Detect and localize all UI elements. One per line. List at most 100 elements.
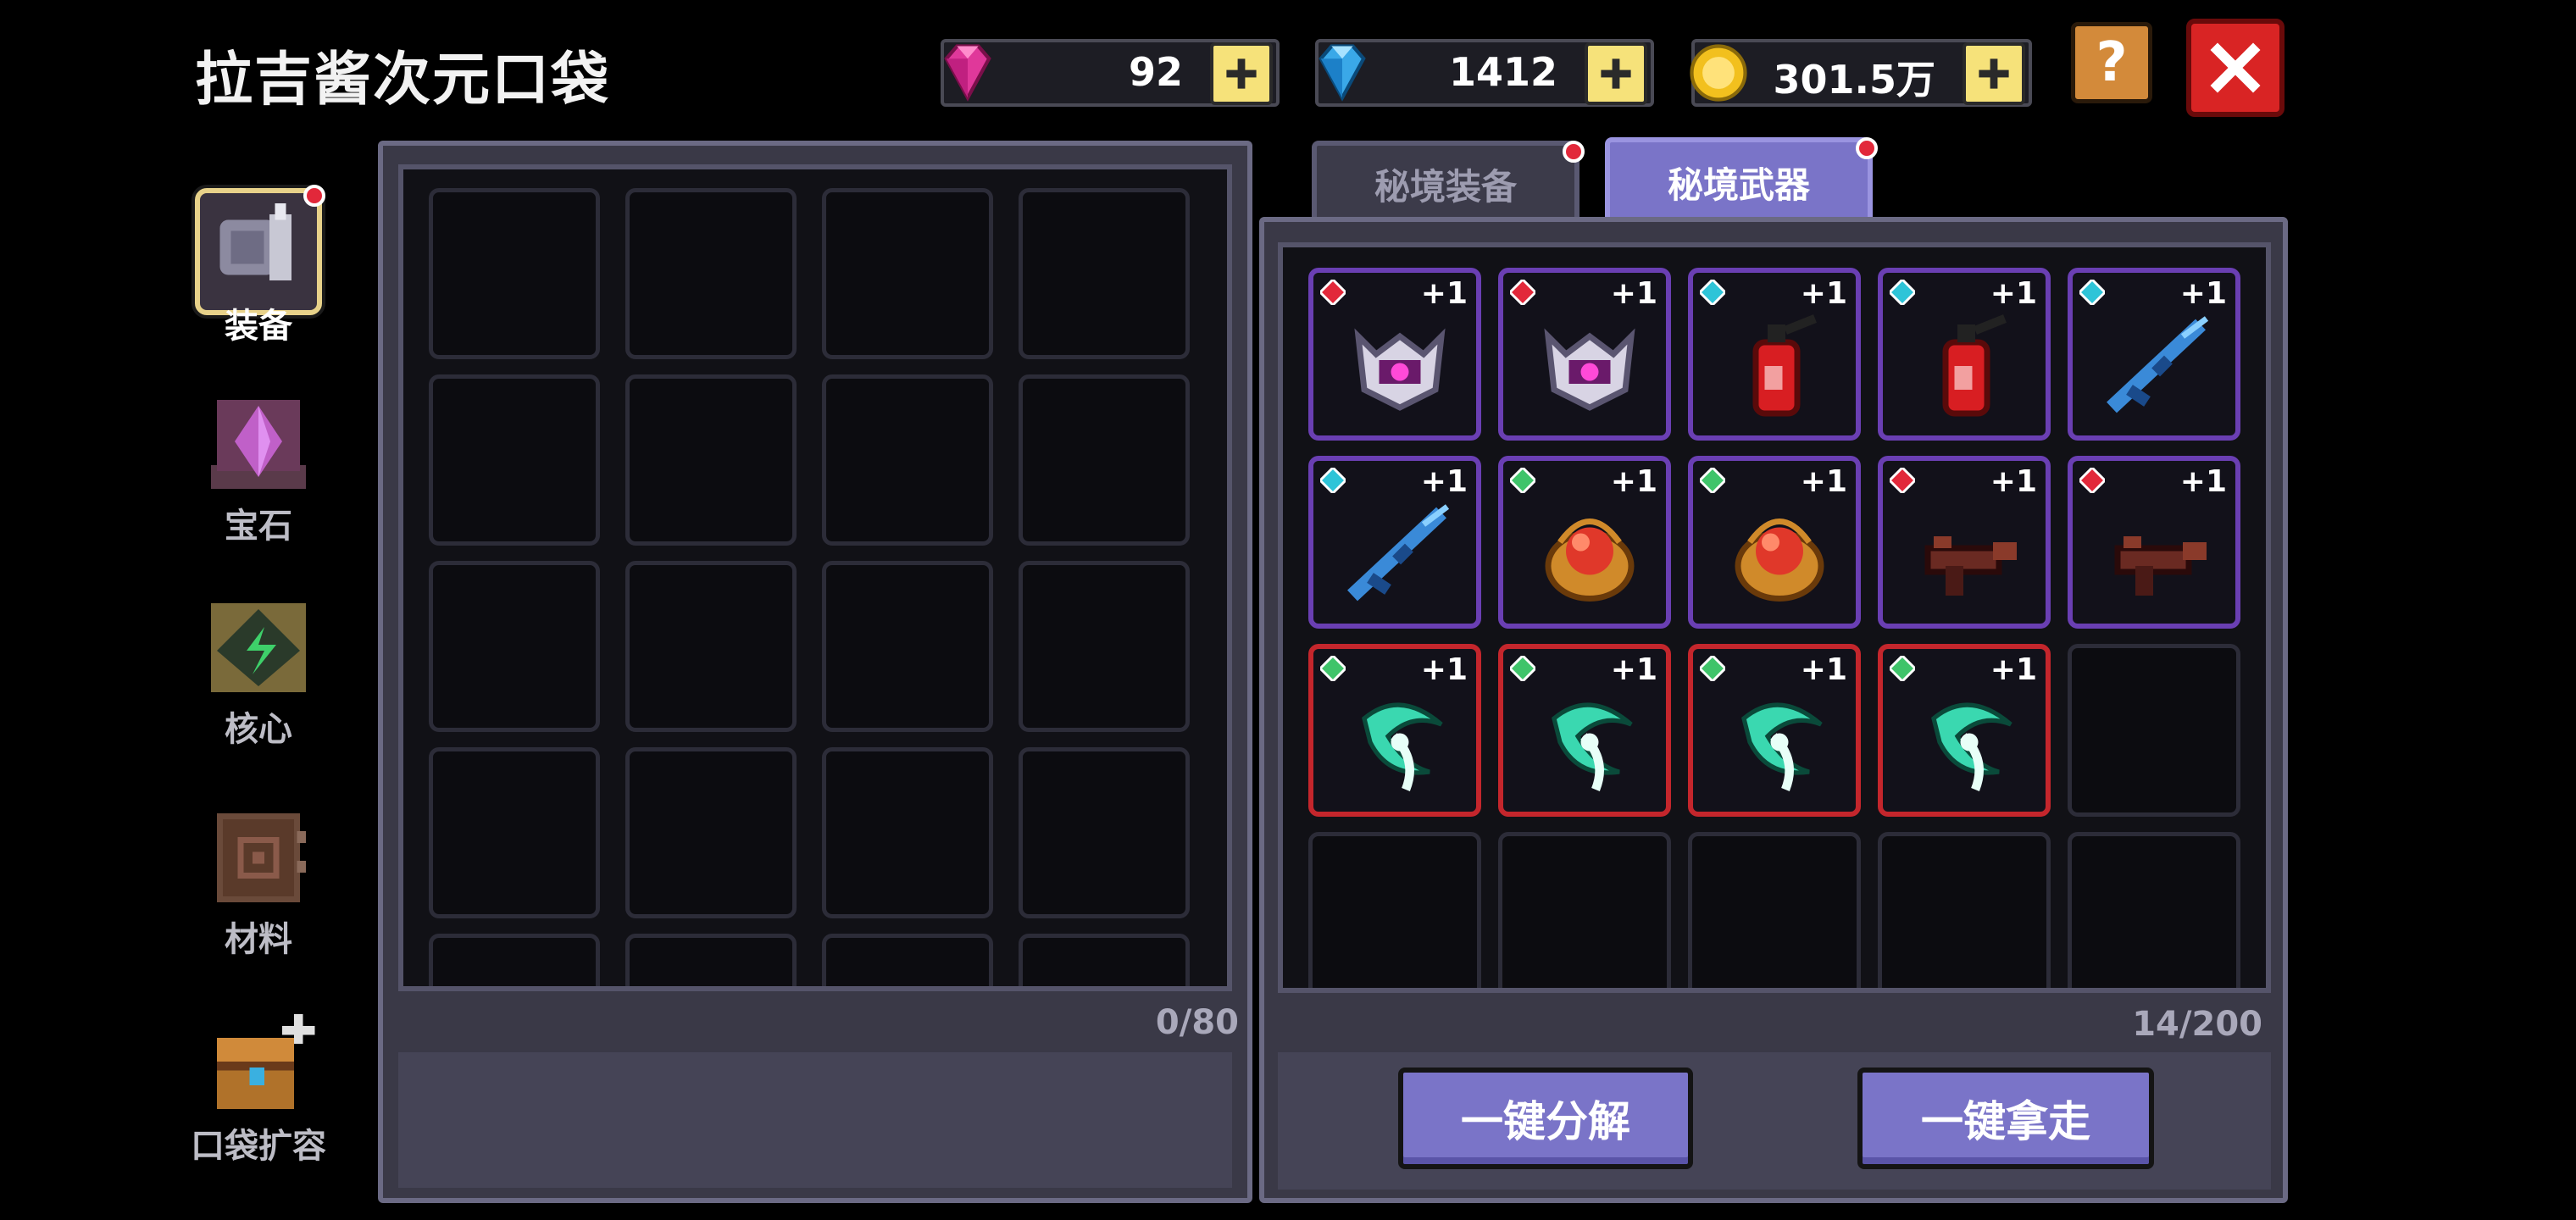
item-slot[interactable]: +1 <box>1878 644 2051 817</box>
item-level: +1 <box>1610 652 1657 687</box>
pocket-slot[interactable] <box>625 747 797 918</box>
item-level: +1 <box>1420 464 1468 499</box>
pocket-slot[interactable] <box>1019 188 1190 359</box>
rarity-gem-icon <box>1887 277 1918 308</box>
pocket-slot[interactable] <box>429 747 600 918</box>
help-button[interactable]: ? <box>2071 22 2152 103</box>
pocket-slot[interactable] <box>625 561 797 732</box>
scythe-icon <box>1910 683 2029 801</box>
rifle-icon <box>2100 307 2218 425</box>
item-slot[interactable]: +1 <box>1688 456 1861 629</box>
plus-icon <box>1601 58 1631 89</box>
pink-gem-value: 92 <box>1128 49 1183 95</box>
rarity-gem-icon <box>2077 277 2107 308</box>
helmet-icon <box>1530 307 1649 425</box>
empty-slot[interactable] <box>2068 644 2240 817</box>
item-level: +1 <box>1800 276 1847 311</box>
pocket-slot[interactable] <box>625 374 797 546</box>
item-level: +1 <box>1800 464 1847 499</box>
rarity-gem-icon <box>1887 465 1918 496</box>
empty-slot[interactable] <box>1498 832 1671 988</box>
item-slot[interactable]: +1 <box>1688 268 1861 441</box>
decompose-all-button[interactable]: 一键分解 <box>1398 1068 1693 1169</box>
item-count: 14/200 <box>2132 1005 2262 1044</box>
empty-slot[interactable] <box>2068 832 2240 988</box>
pocket-slot[interactable] <box>429 374 600 546</box>
pocket-slot[interactable] <box>1019 561 1190 732</box>
gun-icon <box>1910 495 2029 613</box>
item-slot[interactable]: +1 <box>1308 456 1481 629</box>
tab-secret-weapon[interactable]: 秘境武器 <box>1605 137 1878 222</box>
sidebar-item-label: 宝石 <box>225 507 292 546</box>
item-level: +1 <box>2179 464 2227 499</box>
item-grid: +1 +1 +1 +1 +1 +1 +1 +1 +1 +1 +1 +1 +1 +1 <box>1278 242 2271 993</box>
pocket-footer <box>398 1052 1232 1188</box>
tab-badge-dot <box>1563 141 1585 163</box>
basket-icon <box>1530 495 1649 613</box>
item-slot[interactable]: +1 <box>1688 644 1861 817</box>
scythe-icon <box>1720 683 1839 801</box>
rarity-gem-icon <box>1507 653 1538 684</box>
core-icon <box>195 591 322 718</box>
sidebar-item-equipment[interactable]: 装备 <box>180 185 337 347</box>
item-slot[interactable]: +1 <box>2068 268 2240 441</box>
pocket-slot[interactable] <box>822 561 993 732</box>
empty-slot[interactable] <box>1878 832 2051 988</box>
add-gold-button[interactable] <box>1963 42 2025 105</box>
sidebar-item-label: 核心 <box>225 710 292 749</box>
item-slot[interactable]: +1 <box>1498 268 1671 441</box>
chest-icon <box>195 1008 322 1135</box>
item-slot[interactable]: +1 <box>1308 644 1481 817</box>
pocket-slot[interactable] <box>625 934 797 986</box>
secret-weapon-panel: +1 +1 +1 +1 +1 +1 +1 +1 +1 +1 +1 +1 +1 +1 14/200 一键分解… <box>1259 217 2288 1203</box>
rarity-gem-icon <box>1318 277 1348 308</box>
close-button[interactable] <box>2186 19 2285 117</box>
pocket-slot[interactable] <box>822 934 993 986</box>
gem-icon <box>195 388 322 515</box>
add-pink-gem-button[interactable] <box>1210 42 1273 105</box>
page-title: 拉吉酱次元口袋 <box>195 47 611 114</box>
item-slot[interactable]: +1 <box>1498 644 1671 817</box>
material-icon <box>195 801 322 929</box>
item-level: +1 <box>1610 276 1657 311</box>
armor-icon <box>195 185 325 315</box>
item-level: +1 <box>1420 652 1468 687</box>
item-slot[interactable]: +1 <box>1878 268 2051 441</box>
sidebar-item-gem[interactable]: 宝石 <box>180 388 337 547</box>
sidebar-item-material[interactable]: 材料 <box>180 801 337 961</box>
pocket-slot[interactable] <box>429 934 600 986</box>
scythe-icon <box>1530 683 1649 801</box>
rarity-gem-icon <box>1318 465 1348 496</box>
tab-secret-equipment[interactable]: 秘境装备 <box>1312 141 1585 222</box>
item-slot[interactable]: +1 <box>1878 456 2051 629</box>
sidebar-item-core[interactable]: 核心 <box>180 591 337 751</box>
close-icon <box>2210 42 2261 93</box>
sidebar-item-expand[interactable]: 口袋扩容 <box>180 1008 337 1167</box>
basket-icon <box>1720 495 1839 613</box>
pocket-slot[interactable] <box>429 188 600 359</box>
take-all-button[interactable]: 一键拿走 <box>1857 1068 2154 1169</box>
add-blue-gem-button[interactable] <box>1585 42 1647 105</box>
pocket-slot[interactable] <box>822 747 993 918</box>
sidebar-item-label: 装备 <box>225 307 292 346</box>
fire-extinguisher-icon <box>1910 307 2029 425</box>
empty-slot[interactable] <box>1308 832 1481 988</box>
pocket-slot[interactable] <box>1019 934 1190 986</box>
pocket-slot[interactable] <box>822 374 993 546</box>
item-level: +1 <box>1990 652 2037 687</box>
pocket-panel: 0/80 <box>378 141 1252 1203</box>
item-slot[interactable]: +1 <box>1308 268 1481 441</box>
item-slot[interactable]: +1 <box>1498 456 1671 629</box>
pocket-slot[interactable] <box>1019 374 1190 546</box>
pocket-slot[interactable] <box>625 188 797 359</box>
plus-icon <box>1226 58 1257 89</box>
empty-slot[interactable] <box>1688 832 1861 988</box>
rarity-gem-icon <box>2077 465 2107 496</box>
item-slot[interactable]: +1 <box>2068 456 2240 629</box>
item-level: +1 <box>1990 276 2037 311</box>
pocket-slot[interactable] <box>429 561 600 732</box>
pocket-slot[interactable] <box>822 188 993 359</box>
rarity-gem-icon <box>1507 465 1538 496</box>
rarity-gem-icon <box>1318 653 1348 684</box>
pocket-slot[interactable] <box>1019 747 1190 918</box>
